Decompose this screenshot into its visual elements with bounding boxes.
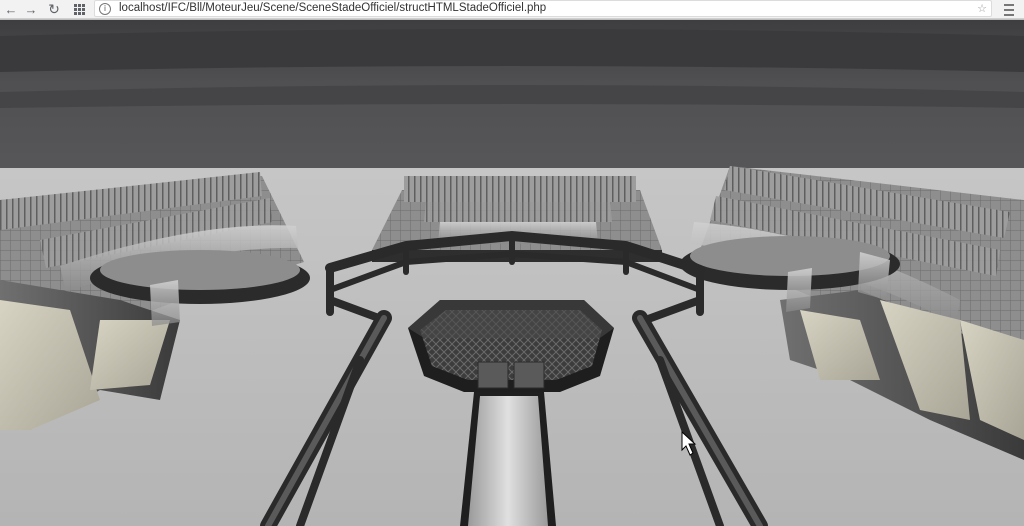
- dome-band: [0, 29, 1024, 72]
- webgl-stadium-scene[interactable]: [0, 20, 1024, 526]
- address-bar[interactable]: i localhost/IFC/Bll/MoteurJeu/Scene/Scen…: [94, 0, 992, 17]
- url-text[interactable]: localhost/IFC/Bll/MoteurJeu/Scene/SceneS…: [119, 2, 546, 14]
- forward-arrow-icon[interactable]: →: [22, 1, 40, 17]
- back-arrow-icon[interactable]: ←: [2, 1, 20, 17]
- apps-grid-icon[interactable]: [70, 1, 88, 17]
- bookmark-star-icon[interactable]: ☆: [977, 2, 987, 15]
- entrance-ramp: [460, 392, 556, 526]
- info-icon[interactable]: i: [99, 3, 111, 15]
- hamburger-menu-icon[interactable]: [1000, 1, 1018, 17]
- browser-toolbar: ← → ↻ i localhost/IFC/Bll/MoteurJeu/Scen…: [0, 0, 1024, 19]
- reload-icon[interactable]: ↻: [45, 1, 63, 17]
- central-ring: [408, 300, 614, 392]
